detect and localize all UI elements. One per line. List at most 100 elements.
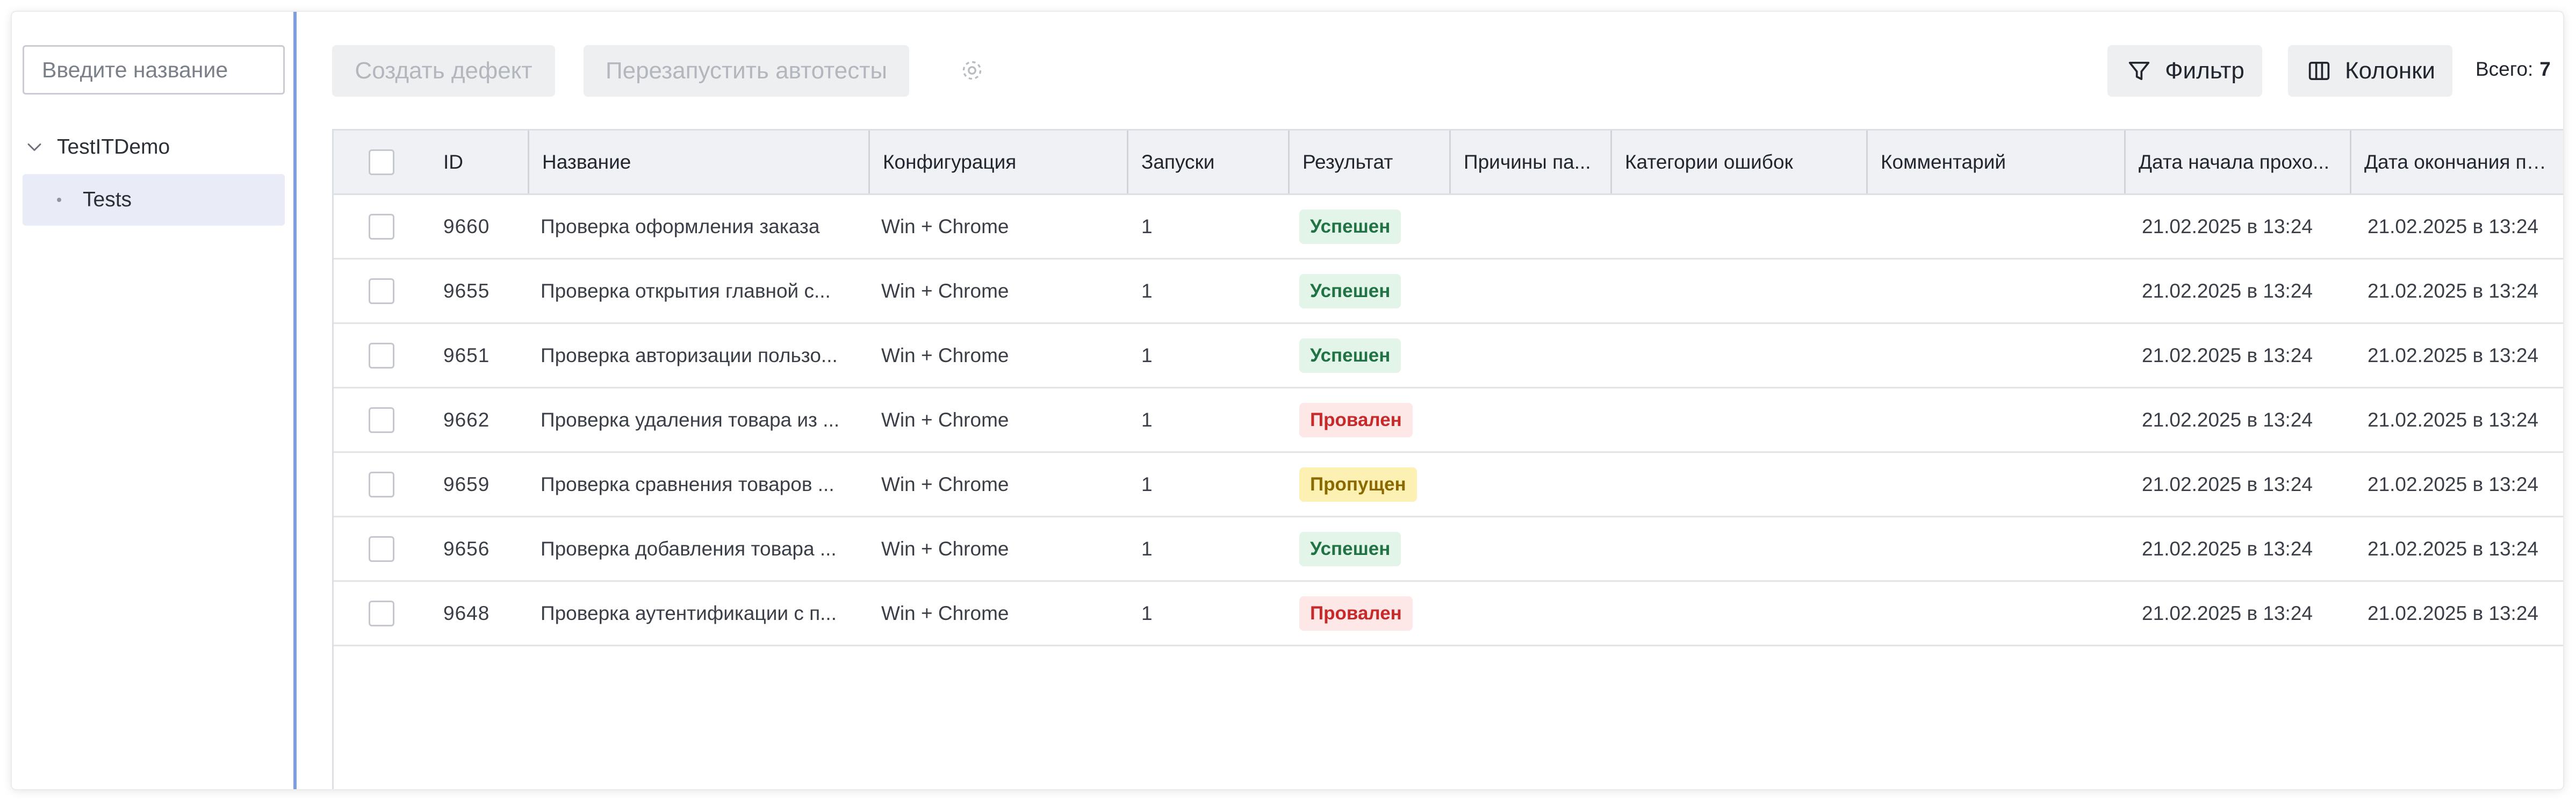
cell-name-text: Проверка оформления заказа: [541, 215, 820, 237]
column-header-label: Результат: [1303, 150, 1393, 173]
row-checkbox[interactable]: [369, 407, 394, 433]
cell-id: 9656: [443, 517, 529, 580]
chevron-down-icon[interactable]: [23, 135, 46, 159]
cell-runs: 1: [1141, 195, 1281, 258]
cell-runs: 1: [1141, 517, 1281, 580]
row-checkbox[interactable]: [369, 343, 394, 369]
search-input[interactable]: [23, 45, 285, 95]
cell-end-date-text: 21.02.2025 в 13:24: [2368, 344, 2538, 366]
cell-result: Успешен: [1299, 517, 1444, 580]
row-checkbox[interactable]: [369, 214, 394, 240]
cell-id: 9648: [443, 582, 529, 645]
cell-name-text: Проверка добавления товара ...: [541, 537, 837, 560]
cell-end-date: 21.02.2025 в 13:24: [2368, 259, 2563, 322]
table-row[interactable]: 9660 Проверка оформления заказа Win + Chro…: [334, 195, 2563, 259]
cell-runs: 1: [1141, 259, 1281, 322]
cell-runs-text: 1: [1141, 408, 1153, 431]
column-header-configuration[interactable]: Конфигурация: [868, 131, 1127, 193]
cell-runs-text: 1: [1141, 473, 1153, 495]
cell-result: Успешен: [1299, 195, 1444, 258]
cell-id-text: 9651: [443, 344, 490, 366]
column-header-label: Запуски: [1141, 150, 1215, 173]
tree-bullet: [57, 198, 61, 202]
cell-end-date-text: 21.02.2025 в 13:24: [2368, 279, 2538, 302]
cell-result: Провален: [1299, 582, 1444, 645]
cell-end-date: 21.02.2025 в 13:24: [2368, 195, 2563, 258]
columns-button[interactable]: Колонки: [2288, 45, 2452, 97]
column-header-label: ID: [443, 150, 463, 173]
row-checkbox[interactable]: [369, 278, 394, 304]
cell-runs-text: 1: [1141, 279, 1153, 302]
cell-start-date: 21.02.2025 в 13:24: [2142, 324, 2346, 387]
gear-icon[interactable]: [959, 57, 985, 84]
cell-name: Проверка аутентификации с п...: [541, 582, 863, 645]
cell-configuration: Win + Chrome: [881, 324, 1118, 387]
app-window: TestITDemo Tests Создать дефект Перезапу…: [12, 12, 2563, 789]
cell-configuration: Win + Chrome: [881, 259, 1118, 322]
select-all-checkbox[interactable]: [369, 149, 394, 175]
total-value: 7: [2539, 58, 2551, 80]
column-header-comment[interactable]: Комментарий: [1866, 131, 2124, 193]
column-header-label: Дата начала прохо...: [2139, 150, 2329, 173]
status-badge: Успешен: [1299, 273, 1401, 308]
column-header-id[interactable]: ID: [430, 131, 528, 193]
cell-end-date: 21.02.2025 в 13:24: [2368, 517, 2563, 580]
filter-button[interactable]: Фильтр: [2107, 45, 2262, 97]
cell-result: Пропущен: [1299, 453, 1444, 516]
cell-end-date-text: 21.02.2025 в 13:24: [2368, 215, 2538, 237]
cell-id: 9662: [443, 388, 529, 451]
cell-configuration-text: Win + Chrome: [881, 602, 1009, 624]
column-header-label: Дата окончания пр...: [2364, 150, 2554, 173]
cell-end-date-text: 21.02.2025 в 13:24: [2368, 537, 2538, 560]
column-header-result[interactable]: Результат: [1288, 131, 1449, 193]
column-header-label: Название: [542, 150, 631, 173]
table-row[interactable]: 9655 Проверка открытия главной с... Win + …: [334, 259, 2563, 324]
column-header-runs[interactable]: Запуски: [1127, 131, 1288, 193]
cell-result: Успешен: [1299, 259, 1444, 322]
table-row[interactable]: 9662 Проверка удаления товара из ... Win +…: [334, 388, 2563, 453]
restart-autotests-button[interactable]: Перезапустить автотесты: [584, 45, 909, 97]
cell-name-text: Проверка сравнения товаров ...: [541, 473, 834, 495]
create-defect-button[interactable]: Создать дефект: [332, 45, 555, 97]
column-header-fail-reasons[interactable]: Причины па...: [1449, 131, 1610, 193]
columns-label: Колонки: [2345, 57, 2435, 84]
status-badge: Провален: [1299, 402, 1413, 437]
cell-end-date-text: 21.02.2025 в 13:24: [2368, 408, 2538, 431]
cell-configuration: Win + Chrome: [881, 582, 1118, 645]
tree-root-label: TestITDemo: [57, 135, 170, 158]
cell-end-date: 21.02.2025 в 13:24: [2368, 582, 2563, 645]
table-row[interactable]: 9656 Проверка добавления товара ... Win + …: [334, 517, 2563, 582]
row-checkbox[interactable]: [369, 536, 394, 562]
cell-configuration: Win + Chrome: [881, 388, 1118, 451]
column-header-label: Категории ошибок: [1625, 150, 1793, 173]
cell-start-date: 21.02.2025 в 13:24: [2142, 195, 2346, 258]
table-row[interactable]: 9659 Проверка сравнения товаров ... Win + …: [334, 453, 2563, 517]
cell-start-date-text: 21.02.2025 в 13:24: [2142, 215, 2313, 237]
cell-start-date: 21.02.2025 в 13:24: [2142, 582, 2346, 645]
status-badge: Пропущен: [1299, 467, 1417, 502]
column-header-end-date[interactable]: Дата окончания пр...: [2350, 131, 2563, 193]
tree-node-tests[interactable]: Tests: [23, 174, 285, 226]
cell-start-date-text: 21.02.2025 в 13:24: [2142, 344, 2313, 366]
cell-name-text: Проверка открытия главной с...: [541, 279, 831, 302]
cell-result: Провален: [1299, 388, 1444, 451]
cell-configuration-text: Win + Chrome: [881, 279, 1009, 302]
column-header-start-date[interactable]: Дата начала прохо...: [2124, 131, 2350, 193]
cell-name: Проверка добавления товара ...: [541, 517, 863, 580]
cell-end-date: 21.02.2025 в 13:24: [2368, 453, 2563, 516]
column-header-label: Конфигурация: [883, 150, 1017, 173]
cell-configuration-text: Win + Chrome: [881, 215, 1009, 237]
cell-configuration-text: Win + Chrome: [881, 344, 1009, 366]
column-header-name[interactable]: Название: [528, 131, 868, 193]
column-header-label: Комментарий: [1881, 150, 2006, 173]
cell-name: Проверка сравнения товаров ...: [541, 453, 863, 516]
column-header-error-categories[interactable]: Категории ошибок: [1610, 131, 1866, 193]
tree-node-testitdemo[interactable]: TestITDemo: [23, 131, 170, 163]
table-row[interactable]: 9651 Проверка авторизации пользо... Win + …: [334, 324, 2563, 388]
table-row[interactable]: 9648 Проверка аутентификации с п... Win + …: [334, 582, 2563, 646]
cell-id: 9659: [443, 453, 529, 516]
row-checkbox[interactable]: [369, 472, 394, 497]
total-count: Всего: 7: [2476, 56, 2551, 83]
cell-configuration-text: Win + Chrome: [881, 473, 1009, 495]
row-checkbox[interactable]: [369, 601, 394, 626]
